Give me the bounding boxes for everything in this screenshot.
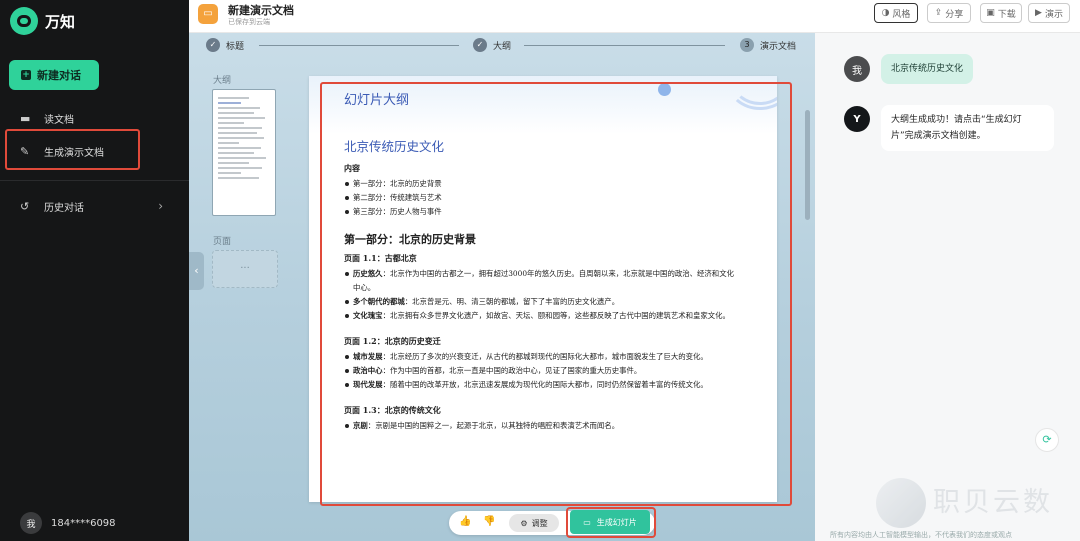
headset-icon[interactable]: ⟳ [1035, 428, 1059, 452]
highlight-box [320, 82, 792, 506]
progress-steps: ✓ 标题 ✓ 大纲 3 演示文档 [189, 33, 815, 57]
outline-thumbnail[interactable] [212, 89, 276, 216]
new-chat-label: 新建对话 [37, 69, 81, 82]
page-panel-label: 页面 [213, 237, 232, 247]
palette-icon: ◑ [881, 8, 890, 18]
adjust-label: 调整 [531, 518, 548, 528]
page-placeholder[interactable]: ··· [212, 250, 278, 288]
bot-avatar: Y [844, 106, 870, 132]
sidebar-item-label: 历史对话 [44, 202, 84, 214]
user-avatar: 我 [844, 56, 870, 82]
share-icon: ⇪ [934, 8, 943, 18]
bot-message: 大纲生成成功！请点击“生成幻灯片”完成演示文档创建。 [881, 105, 1054, 151]
download-button[interactable]: ▣ 下载 [980, 3, 1022, 23]
sliders-icon: ⚙ [520, 518, 528, 528]
present-button[interactable]: ▶ 演示 [1028, 3, 1070, 23]
avatar: 我 [20, 512, 42, 534]
style-button[interactable]: ◑ 风格 [874, 3, 918, 23]
user-message: 北京传统历史文化 [881, 54, 974, 84]
download-label: 下载 [997, 9, 1016, 20]
document-scrollbar[interactable] [805, 110, 810, 220]
thumbs-up-icon[interactable]: 👍 [459, 516, 471, 527]
chevron-right-icon: › [158, 199, 163, 213]
presentation-icon: ▭ [198, 4, 218, 24]
step-connector [259, 45, 459, 46]
chat-panel: 我 北京传统历史文化 Y 大纲生成成功！请点击“生成幻灯片”完成演示文档创建。 [815, 33, 1080, 541]
user-name: 184****6098 [51, 517, 116, 529]
watermark: 职贝云数 [876, 474, 1080, 541]
highlight-box [566, 507, 656, 538]
highlight-box [5, 129, 140, 170]
sidebar: 万知 + 新建对话 ▬ 读文档 ✎ 生成演示文档 ↺ 历史对话 › 我 184*… [0, 0, 189, 541]
history-icon: ↺ [20, 199, 30, 213]
step-connector [524, 45, 725, 46]
share-label: 分享 [945, 9, 964, 20]
watermark-text: 职贝云数 [933, 487, 1053, 518]
step-presentation[interactable]: 3 演示文档 [740, 38, 796, 52]
divider [0, 180, 189, 181]
download-icon: ▣ [986, 8, 995, 18]
brand-name: 万知 [45, 12, 76, 31]
thumbs-down-icon[interactable]: 👎 [483, 516, 495, 527]
step-label: 标题 [226, 41, 245, 52]
sidebar-item-history[interactable]: ↺ 历史对话 › [0, 194, 189, 218]
step-number: 3 [740, 38, 754, 52]
save-status: 已保存到云端 [228, 18, 270, 26]
brand-logo[interactable]: 万知 [10, 7, 75, 35]
check-icon: ✓ [473, 38, 487, 52]
chevron-left-icon: ‹ [194, 264, 199, 277]
check-icon: ✓ [206, 38, 220, 52]
sidebar-item-read-doc[interactable]: ▬ 读文档 [0, 106, 189, 130]
collapse-panel-button[interactable]: ‹ [189, 252, 204, 290]
folder-icon: ▬ [20, 111, 31, 125]
outline-panel-label: 大纲 [213, 76, 232, 86]
style-label: 风格 [892, 9, 911, 20]
document-title[interactable]: 新建演示文档 [228, 2, 294, 18]
step-title[interactable]: ✓ 标题 [206, 38, 244, 52]
top-bar: ▭ 新建演示文档 已保存到云端 ◑ 风格 ⇪ 分享 ▣ 下载 ▶ 演示 [189, 0, 1080, 33]
sidebar-item-label: 读文档 [44, 114, 74, 126]
share-button[interactable]: ⇪ 分享 [927, 3, 971, 23]
present-label: 演示 [1044, 9, 1063, 20]
step-label: 演示文档 [760, 41, 797, 52]
logo-icon [10, 7, 38, 35]
plus-icon: + [21, 70, 31, 80]
step-label: 大纲 [493, 41, 512, 52]
step-outline[interactable]: ✓ 大纲 [473, 38, 511, 52]
new-chat-button[interactable]: + 新建对话 [9, 60, 99, 90]
user-profile[interactable]: 我 184****6098 [20, 512, 116, 534]
watermark-logo [876, 478, 926, 528]
adjust-button[interactable]: ⚙ 调整 [509, 514, 559, 532]
play-icon: ▶ [1035, 8, 1042, 18]
